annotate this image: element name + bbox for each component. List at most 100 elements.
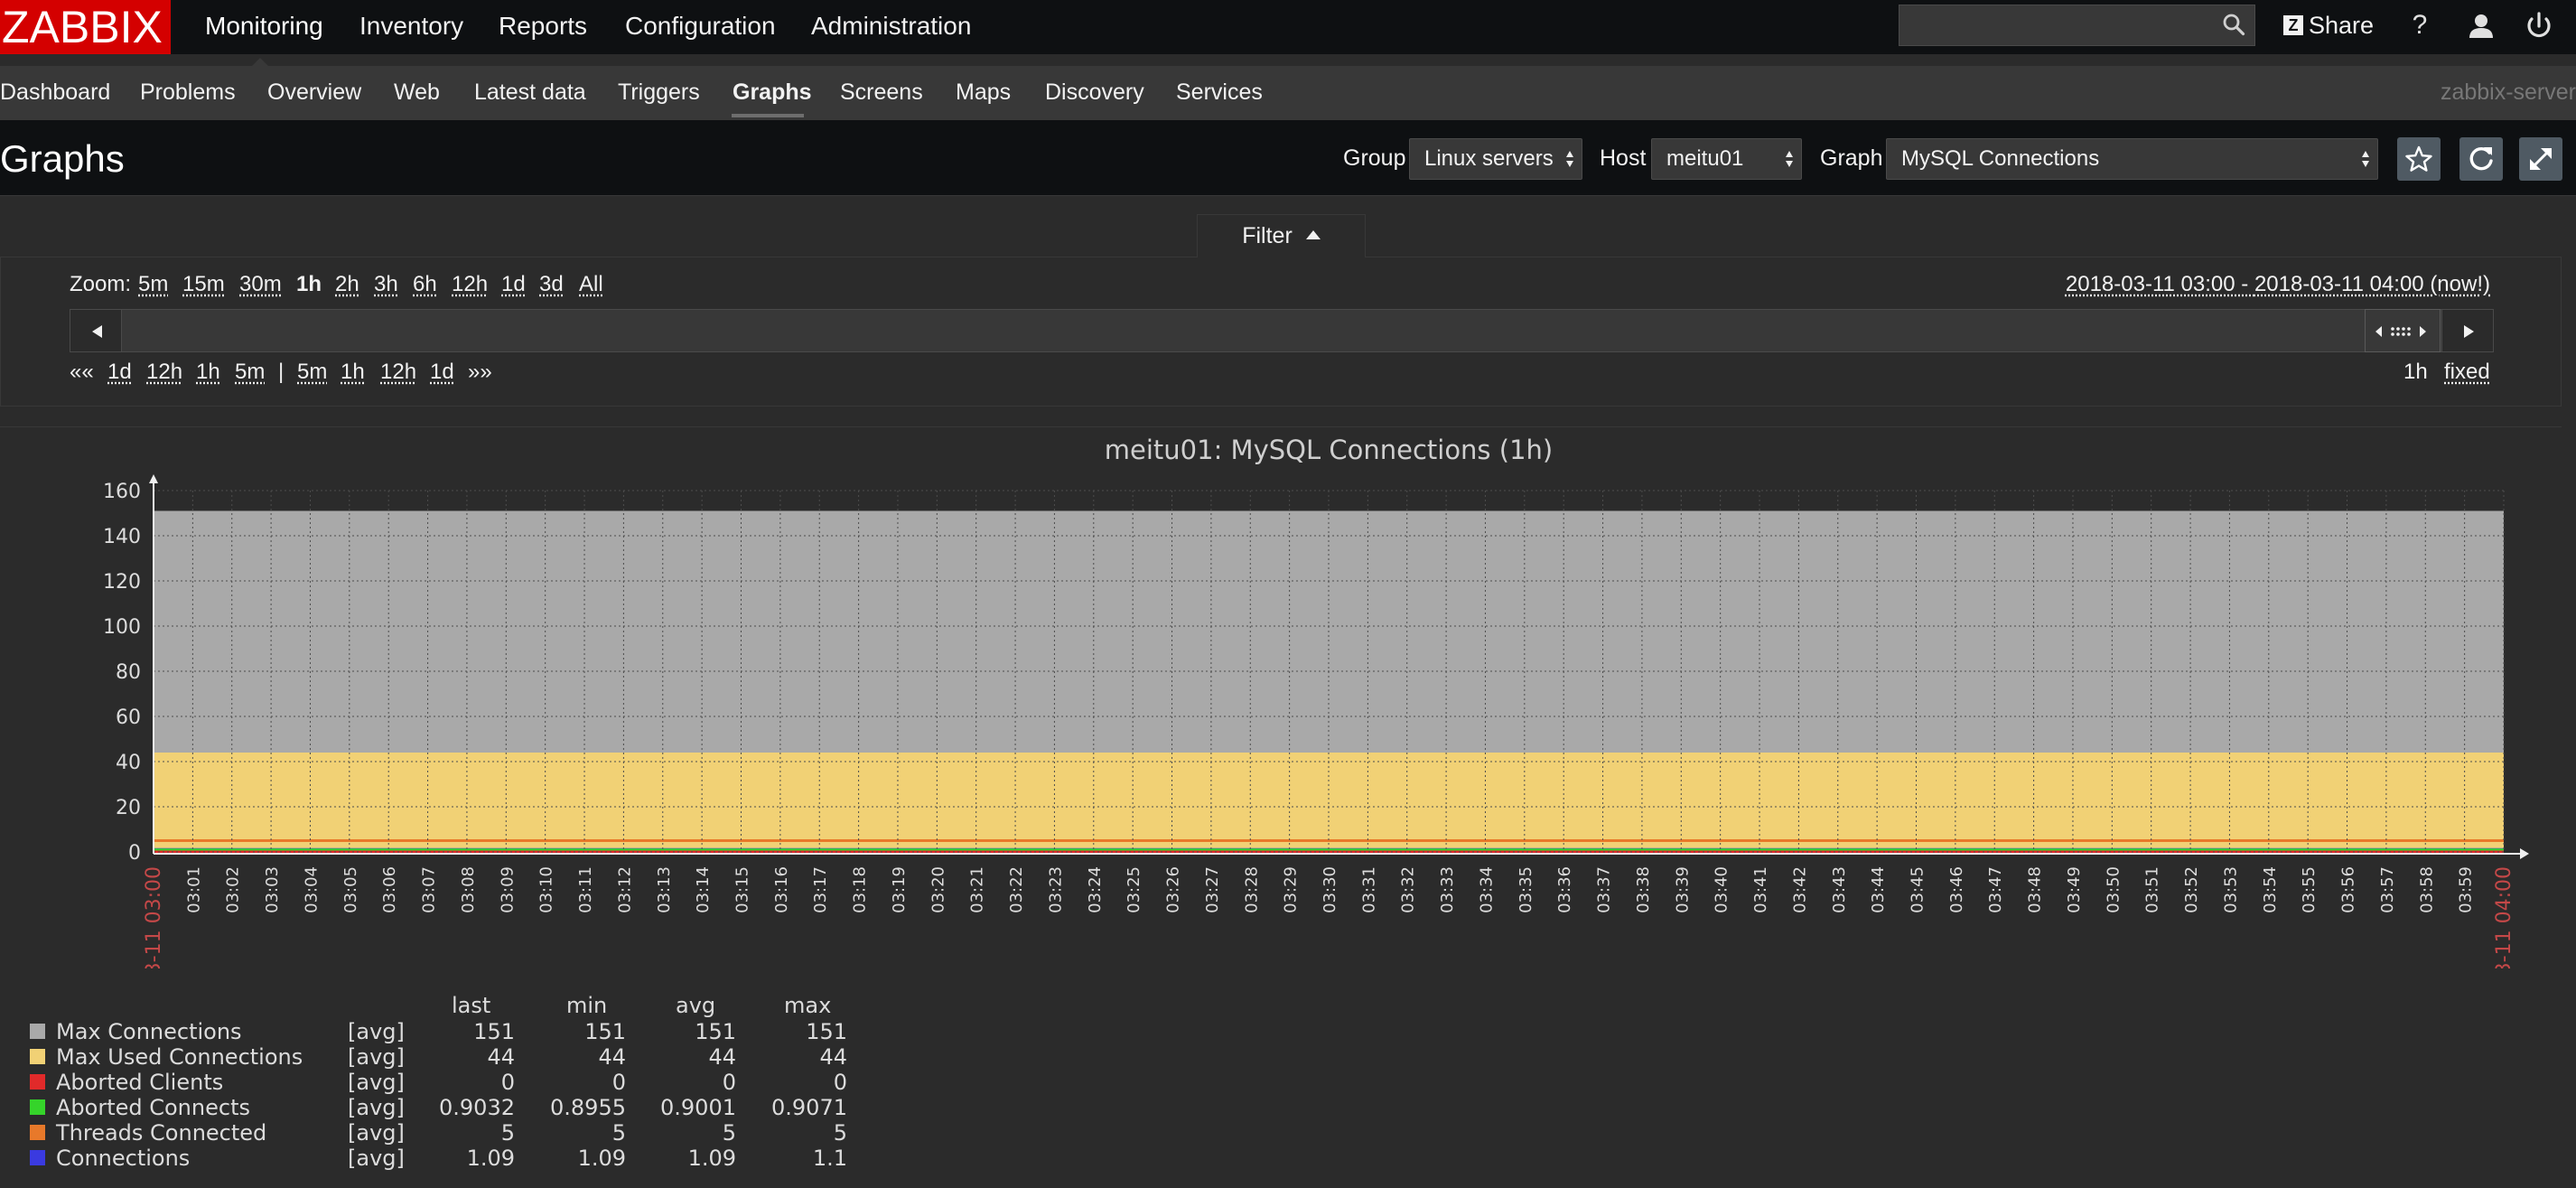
x-label-minute-40: 03:41 xyxy=(1751,866,1770,913)
subnav-latest-data[interactable]: Latest data xyxy=(474,66,586,120)
search-icon[interactable] xyxy=(2222,13,2245,36)
y-tick-label-1: 20 xyxy=(116,797,141,819)
nav-back-all[interactable]: «« xyxy=(70,360,94,385)
scroll-right-button[interactable] xyxy=(2441,309,2494,352)
subnav-dashboard[interactable]: Dashboard xyxy=(0,66,110,120)
nav-back-1h[interactable]: 1h xyxy=(196,360,220,385)
nav-back-5m[interactable]: 5m xyxy=(235,360,265,385)
zoom-1d[interactable]: 1d xyxy=(501,272,526,297)
refresh-button[interactable] xyxy=(2459,137,2503,181)
zoom-3h[interactable]: 3h xyxy=(374,272,398,297)
x-label-minute-38: 03:39 xyxy=(1673,866,1692,913)
period-from: 2018-03-11 03:00 xyxy=(2066,272,2235,296)
period-range[interactable]: 2018-03-11 03:00 - 2018-03-11 04:00 (now… xyxy=(2066,272,2490,297)
zoom-12h[interactable]: 12h xyxy=(452,272,488,297)
y-tick-label-6: 120 xyxy=(103,571,141,594)
legend-series-name-1: Max Used Connections xyxy=(56,1044,303,1070)
header-divider xyxy=(0,195,2576,196)
legend-func-2: [avg] xyxy=(348,1070,405,1095)
subnav-graphs[interactable]: Graphs xyxy=(733,66,812,120)
x-label-minute-33: 03:34 xyxy=(1477,866,1496,913)
legend-swatch-5 xyxy=(30,1150,45,1165)
graph-label: Graph xyxy=(1820,145,1882,172)
triangle-left-icon xyxy=(70,310,123,353)
x-label-minute-25: 03:26 xyxy=(1164,866,1183,913)
scroll-handle[interactable] xyxy=(2365,309,2441,352)
nav-monitoring[interactable]: Monitoring xyxy=(205,0,323,54)
active-subnav-underline xyxy=(732,114,804,117)
zoom-30m[interactable]: 30m xyxy=(239,272,282,297)
x-label-minute-28: 03:29 xyxy=(1282,866,1301,913)
group-select-value: Linux servers xyxy=(1424,146,1554,171)
nav-configuration[interactable]: Configuration xyxy=(625,0,776,54)
x-label-minute-2: 03:03 xyxy=(263,866,282,913)
add-to-favourites-button[interactable] xyxy=(2397,137,2441,181)
group-select[interactable]: Linux servers xyxy=(1409,138,1582,180)
nav-fwd-1d[interactable]: 1d xyxy=(430,360,454,385)
fullscreen-button[interactable] xyxy=(2519,137,2562,181)
x-label-end: 03-11 04:00 xyxy=(2493,866,2515,968)
nav-fwd-1h[interactable]: 1h xyxy=(341,360,365,385)
x-label-minute-21: 03:22 xyxy=(1007,866,1026,913)
legend-func-3: [avg] xyxy=(348,1095,405,1120)
host-select[interactable]: meitu01 xyxy=(1651,138,1802,180)
legend-swatch-4 xyxy=(30,1125,45,1140)
nav-inventory[interactable]: Inventory xyxy=(359,0,463,54)
nav-separator: | xyxy=(278,360,284,385)
x-label-minute-29: 03:30 xyxy=(1321,866,1339,913)
legend-last-3: 0.9032 xyxy=(411,1095,515,1120)
nav-fwd-12h[interactable]: 12h xyxy=(380,360,416,385)
user-profile-icon[interactable] xyxy=(2464,9,2498,43)
zoom-3d[interactable]: 3d xyxy=(539,272,564,297)
subnav-triggers[interactable]: Triggers xyxy=(618,66,700,120)
nav-reports[interactable]: Reports xyxy=(499,0,587,54)
x-label-minute-20: 03:21 xyxy=(968,866,987,913)
x-label-minute-34: 03:35 xyxy=(1517,866,1535,913)
graph-select-value: MySQL Connections xyxy=(1901,146,2099,171)
page-title: Graphs xyxy=(0,137,125,181)
x-label-minute-3: 03:04 xyxy=(302,866,321,913)
nav-back-1d[interactable]: 1d xyxy=(107,360,132,385)
legend-func-0: [avg] xyxy=(348,1019,405,1044)
subnav-web[interactable]: Web xyxy=(394,66,440,120)
subnav-discovery[interactable]: Discovery xyxy=(1045,66,1144,120)
timeline-scrollbar[interactable] xyxy=(70,309,2494,352)
graph-select[interactable]: MySQL Connections xyxy=(1886,138,2378,180)
help-icon[interactable]: ? xyxy=(2403,9,2437,43)
zoom-all[interactable]: All xyxy=(579,272,603,297)
y-tick-label-0: 0 xyxy=(128,842,141,865)
x-label-minute-30: 03:31 xyxy=(1359,866,1378,913)
filter-tab[interactable]: Filter xyxy=(1197,214,1366,257)
legend-last-5: 1.09 xyxy=(411,1146,515,1171)
subnav-problems[interactable]: Problems xyxy=(140,66,236,120)
nav-administration[interactable]: Administration xyxy=(811,0,971,54)
x-label-minute-18: 03:19 xyxy=(890,866,909,913)
chart-title: meitu01: MySQL Connections (1h) xyxy=(1105,435,1553,465)
nav-fwd-5m[interactable]: 5m xyxy=(297,360,327,385)
legend-max-3: 0.9071 xyxy=(736,1095,847,1120)
subnav-overview[interactable]: Overview xyxy=(267,66,361,120)
nav-back-12h[interactable]: 12h xyxy=(146,360,182,385)
subnav-maps[interactable]: Maps xyxy=(956,66,1011,120)
share-button[interactable]: Z Share xyxy=(2283,0,2374,52)
zoom-15m[interactable]: 15m xyxy=(182,272,225,297)
legend-header-max: max xyxy=(784,993,831,1018)
legend-swatch-0 xyxy=(30,1024,45,1039)
zoom-6h[interactable]: 6h xyxy=(413,272,437,297)
zoom-5m[interactable]: 5m xyxy=(138,272,168,297)
zoom-1h[interactable]: 1h xyxy=(296,272,322,297)
period-mode-toggle[interactable]: fixed xyxy=(2444,360,2490,385)
scroll-left-button[interactable] xyxy=(70,309,122,352)
subnav-screens[interactable]: Screens xyxy=(840,66,923,120)
x-label-minute-11: 03:12 xyxy=(615,866,634,913)
y-tick-label-7: 140 xyxy=(103,526,141,548)
zabbix-logo[interactable]: ZABBIX xyxy=(0,0,171,54)
legend-header-last: last xyxy=(452,993,490,1018)
sign-out-icon[interactable] xyxy=(2522,9,2556,43)
period-separator: - xyxy=(2235,272,2254,296)
subnav-services[interactable]: Services xyxy=(1176,66,1263,120)
search-input[interactable] xyxy=(1899,5,2255,46)
nav-fwd-all[interactable]: »» xyxy=(468,360,492,385)
x-label-minute-10: 03:11 xyxy=(576,866,595,913)
zoom-2h[interactable]: 2h xyxy=(335,272,359,297)
